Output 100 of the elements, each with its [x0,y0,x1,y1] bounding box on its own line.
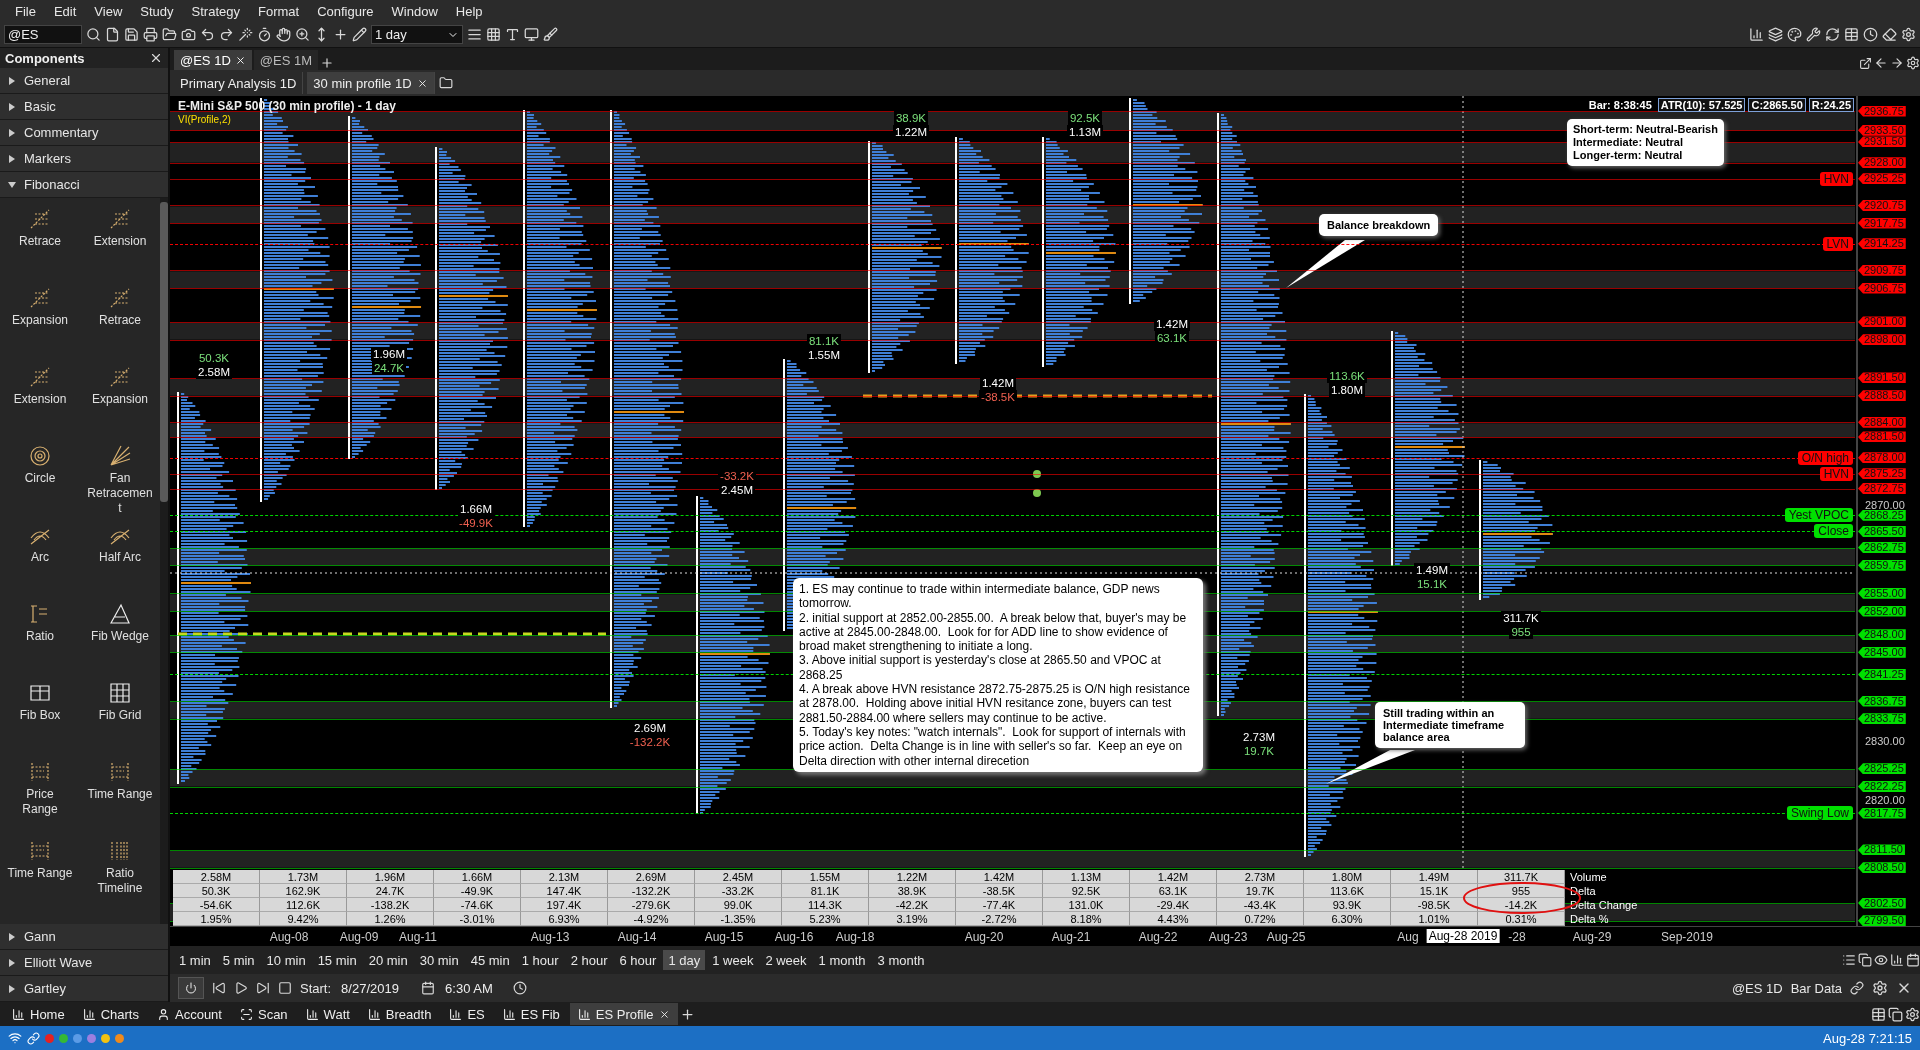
drawing-tool[interactable]: Fib Wedge [80,599,160,678]
group-header[interactable]: Gartley [0,976,168,1002]
group-header[interactable]: Basic [0,94,168,120]
wand-icon[interactable] [238,27,253,42]
bar-chart-icon[interactable] [1749,27,1764,42]
grid-icon[interactable] [486,27,501,42]
workspace-tab[interactable]: ES Fib [494,1003,568,1025]
lines-icon[interactable] [467,27,482,42]
drawing-tool[interactable]: Expansion [80,362,160,441]
timeframe-button[interactable]: 2 hour [565,950,613,970]
menu-item[interactable]: Format [249,0,309,22]
timeframe-button[interactable]: 15 min [312,950,362,970]
drawing-tool[interactable]: Expansion [0,283,80,362]
zoom-icon[interactable] [295,27,310,42]
group-header[interactable]: Gann [0,924,168,950]
workspace-tab[interactable]: Account [149,1003,230,1025]
drawing-tool[interactable]: Circle [0,441,80,520]
folder-icon[interactable] [162,27,177,42]
printer-icon[interactable] [143,27,158,42]
timer-icon[interactable] [257,27,272,42]
timeframe-button[interactable]: 5 min [217,950,260,970]
group-header[interactable]: General [0,68,168,94]
pencil-icon[interactable] [352,27,367,42]
eye-icon[interactable] [1874,953,1888,967]
chart-tab[interactable]: @ES 1M [253,50,318,70]
layers-icon[interactable] [1768,27,1783,42]
eraser-icon[interactable] [1882,27,1897,42]
list-icon[interactable] [1842,953,1856,967]
timeframe-button[interactable]: 6 hour [614,950,662,970]
close-icon[interactable] [234,54,246,66]
workspace-tab[interactable]: Watt [297,1003,358,1025]
menu-item[interactable]: Help [446,0,492,22]
search-icon[interactable] [86,27,101,42]
palette-icon[interactable] [1787,27,1802,42]
drawing-tool[interactable]: Time Range [80,757,160,836]
timeframe-button[interactable]: 3 month [872,950,930,970]
timeframe-button[interactable]: 1 min [174,950,216,970]
workspace-tab[interactable]: Scan [231,1003,296,1025]
clock-icon[interactable] [513,981,528,995]
add-tab-icon[interactable] [320,56,334,70]
workspace-tab[interactable]: ES [441,1003,493,1025]
menu-item[interactable]: Strategy [182,0,249,22]
add-tab-icon[interactable] [679,1006,695,1022]
drawing-tool[interactable]: Extension [0,362,80,441]
calendar-icon[interactable] [1906,953,1920,967]
timeframe-button[interactable]: 1 hour [516,950,564,970]
menu-item[interactable]: Study [131,0,183,22]
drawing-tool[interactable]: Extension [80,204,160,283]
power-button[interactable] [178,977,204,999]
drawing-tool[interactable]: Ratio Timeline [80,836,160,915]
redo-icon[interactable] [219,27,234,42]
skip-forward-icon[interactable] [256,981,270,995]
hand-icon[interactable] [276,27,291,42]
copy-icon[interactable] [1858,953,1872,967]
drawing-tool[interactable]: Half Arc [80,520,160,599]
settings-icon[interactable] [1872,980,1888,996]
brush-icon[interactable] [543,27,558,42]
timeframe-button[interactable]: 1 month [813,950,871,970]
symbol-field[interactable]: @ES [4,25,82,44]
undo-icon[interactable] [200,27,215,42]
table-icon[interactable] [1844,27,1859,42]
folder-icon[interactable] [438,76,453,90]
timeframe-button[interactable]: 45 min [465,950,515,970]
group-header[interactable]: Markers [0,146,168,172]
close-icon[interactable] [658,1008,670,1020]
menu-item[interactable]: File [6,0,45,22]
table-icon[interactable] [1871,1006,1886,1022]
clock-icon[interactable] [1863,27,1878,42]
settings-icon[interactable] [1905,1006,1920,1022]
menu-item[interactable]: View [85,0,132,22]
group-header[interactable]: Elliott Wave [0,950,168,976]
settings-icon[interactable] [1901,27,1916,42]
workspace-tab[interactable]: ES Profile [569,1003,678,1025]
stop-icon[interactable] [278,981,292,995]
document-icon[interactable] [105,27,120,42]
save-icon[interactable] [124,27,139,42]
menu-item[interactable]: Window [382,0,447,22]
sub-tab[interactable]: 30 min profile 1D [307,72,435,94]
group-header[interactable]: Commentary [0,120,168,146]
workspace-tab[interactable]: Charts [74,1003,147,1025]
drawing-tool[interactable]: Retrace [80,283,160,362]
text-icon[interactable] [505,27,520,42]
drawing-tool[interactable]: Time Range [0,836,80,915]
bar-chart-icon[interactable] [1890,953,1904,967]
menu-item[interactable]: Configure [308,0,383,22]
drawing-tool[interactable]: Retrace [0,204,80,283]
workspace-tab[interactable]: Breadth [359,1003,440,1025]
menu-item[interactable]: Edit [44,0,86,22]
group-header[interactable]: Fibonacci [0,172,168,198]
drawing-tool[interactable]: Ratio [0,599,80,678]
popout-icon[interactable] [1859,57,1872,70]
drawing-tool[interactable]: Fib Grid [80,678,160,757]
timeframe-button[interactable]: 10 min [261,950,311,970]
copy-icon[interactable] [1888,1006,1903,1022]
timeframe-button[interactable]: 30 min [414,950,464,970]
chart-tab[interactable]: @ES 1D [174,50,252,70]
close-icon[interactable] [416,77,428,89]
timeframe-button[interactable]: 1 day [663,950,706,970]
drawing-tool[interactable]: Price Range [0,757,80,836]
camera-icon[interactable] [181,27,196,42]
